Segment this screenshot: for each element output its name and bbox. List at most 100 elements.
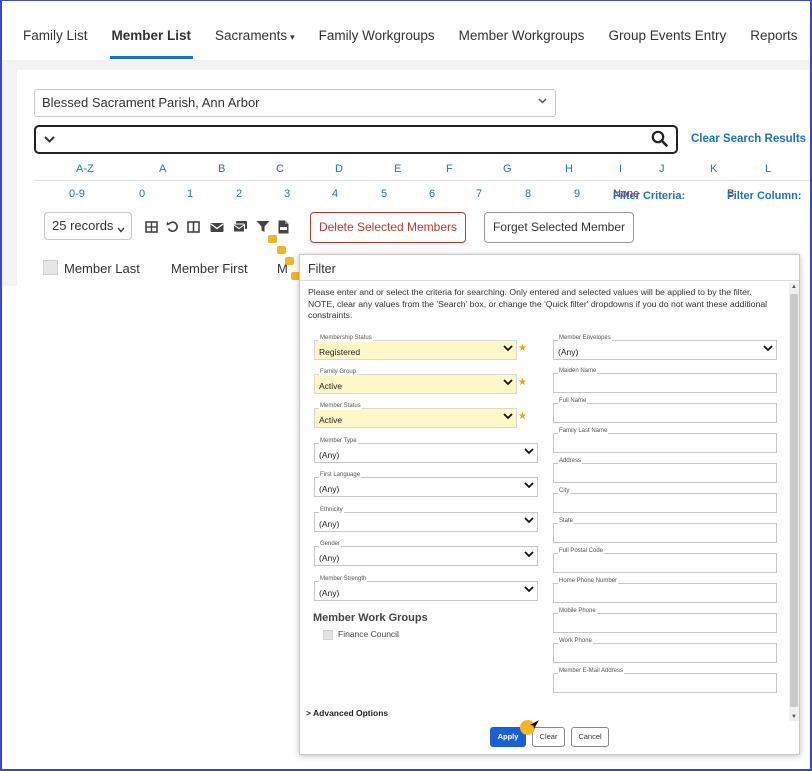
select-all-checkbox[interactable] [43,260,58,275]
ethnicity-select[interactable]: Ethnicity (Any) [314,507,538,532]
favorite-star-icon[interactable]: ★ [518,411,527,422]
field-value: (Any) [319,588,340,598]
first-language-select[interactable]: First Language (Any) [314,472,538,497]
scroll-down-icon[interactable]: ▼ [791,714,797,720]
number-filter-digit[interactable]: 2 [236,188,242,200]
member-status-select[interactable]: Member Status Active [314,403,517,428]
email-icon[interactable] [210,220,224,234]
grid-view-icon[interactable] [145,220,159,234]
full-postal-code-field[interactable]: Full Postal Code [553,548,777,573]
field-value: (Any) [319,519,340,529]
delete-selected-members-button[interactable]: Delete Selected Members [310,212,466,243]
state-field[interactable]: State [553,518,777,543]
chevron-down-icon [524,447,534,457]
tab-reports[interactable]: Reports [750,0,797,60]
number-filter-digit[interactable]: 9 [574,188,580,200]
alpha-filter-letter[interactable]: F [446,163,453,175]
tab-member-workgroups[interactable]: Member Workgroups [459,0,585,60]
field-label: Member Type [319,438,358,445]
number-filter-digit[interactable]: 5 [381,188,387,200]
home-phone-field[interactable]: Home Phone Number [553,578,777,603]
field-label: Work Phone [558,638,593,645]
alpha-filter-letter[interactable]: E [394,163,401,175]
bulk-email-icon[interactable] [233,220,247,234]
forget-selected-member-button[interactable]: Forget Selected Member [484,212,634,243]
filter-panel-title: Filter [300,255,799,281]
chevron-down-icon [524,516,534,526]
member-type-select[interactable]: Member Type (Any) [314,438,538,463]
tab-group-events-entry[interactable]: Group Events Entry [608,0,726,60]
field-label: Gender [319,541,342,548]
tab-family-workgroups[interactable]: Family Workgroups [319,0,435,60]
parish-select[interactable]: Blessed Sacrament Parish, Ann Arbor [34,89,556,117]
email-address-field[interactable]: Member E-Mail Address [553,668,777,693]
favorite-star-icon[interactable]: ★ [518,377,527,388]
gender-select[interactable]: Gender (Any) [314,541,538,566]
filter-icon[interactable] [256,220,270,234]
column-header-member-first[interactable]: Member First [171,261,248,276]
number-filter-row: 0-9 0 1 2 3 4 5 6 7 8 9 Filter Criteria:… [34,186,810,206]
address-field[interactable]: Address [553,458,777,483]
alpha-filter-letter[interactable]: H [565,163,573,175]
field-label: Membership Status [319,335,373,342]
chevron-down-icon [524,585,534,595]
cancel-button[interactable]: Cancel [571,727,609,747]
favorite-star-icon[interactable]: ★ [518,343,527,354]
work-phone-field[interactable]: Work Phone [553,638,777,663]
family-group-select[interactable]: Family Group Active [314,369,517,394]
member-envelopes-select[interactable]: Member Envelopes (Any) [553,335,777,360]
records-per-page-value: 25 records [52,218,114,233]
clear-search-link[interactable]: Clear Search Results [691,133,806,145]
number-filter-digit[interactable]: 1 [187,188,193,200]
finance-council-checkbox[interactable] [323,630,333,640]
full-name-field[interactable]: Full Name [553,398,777,423]
alpha-filter-all[interactable]: A-Z [76,163,94,175]
alpha-filter-letter[interactable]: G [503,163,512,175]
undo-icon[interactable] [166,220,180,234]
field-label: Full Name [558,398,588,405]
column-header-member-last[interactable]: Member Last [64,261,140,276]
number-filter-digit[interactable]: 4 [332,188,338,200]
columns-icon[interactable] [187,220,201,234]
filter-panel-scrollbar[interactable]: ▲ ▼ [789,283,799,721]
advanced-options-label: Advanced Options [313,708,389,718]
city-field[interactable]: City [553,488,777,513]
records-per-page-select[interactable]: 25 records [44,212,132,240]
alpha-filter-letter[interactable]: J [659,163,665,175]
alpha-filter-letter[interactable]: I [619,163,622,175]
number-filter-all[interactable]: 0-9 [69,188,85,200]
search-input[interactable] [34,125,678,154]
tab-member-list[interactable]: Member List [109,0,193,60]
tab-label: Family List [23,28,88,43]
tab-sacraments[interactable]: Sacraments ▾ [215,0,295,60]
number-filter-digit[interactable]: 0 [139,188,145,200]
scroll-up-icon[interactable]: ▲ [791,284,797,290]
advanced-options-toggle[interactable]: > Advanced Options [306,708,388,718]
number-filter-digit[interactable]: 3 [284,188,290,200]
mobile-phone-field[interactable]: Mobile Phone [553,608,777,633]
alpha-filter-letter[interactable]: K [710,163,717,175]
search-icon[interactable] [651,130,668,152]
field-value: (Any) [319,450,340,460]
tab-family-list[interactable]: Family List [23,0,88,60]
family-last-name-field[interactable]: Family Last Name [553,428,777,453]
chevron-down-icon [117,221,125,236]
number-filter-digit[interactable]: 7 [476,188,482,200]
alpha-filter-letter[interactable]: B [218,163,225,175]
field-label: Member E-Mail Address [558,668,625,675]
number-filter-digit[interactable]: 8 [525,188,531,200]
membership-status-select[interactable]: Membership Status Registered [314,335,517,360]
member-strength-select[interactable]: Member Strength (Any) [314,576,538,601]
alpha-filter-letter[interactable]: L [765,163,771,175]
alpha-filter-letter[interactable]: D [335,163,343,175]
chevron-down-icon[interactable] [44,131,55,146]
alpha-filter-letter[interactable]: C [276,163,284,175]
field-value: Active [319,415,343,425]
number-filter-digit[interactable]: 6 [429,188,435,200]
alpha-filter-letter[interactable]: A [159,163,166,175]
content-top-band [2,60,810,70]
scrollbar-thumb[interactable] [790,294,798,707]
maiden-name-field[interactable]: Maiden Name [553,368,777,393]
export-file-icon[interactable] [278,220,292,234]
field-label: Family Group [319,369,358,376]
